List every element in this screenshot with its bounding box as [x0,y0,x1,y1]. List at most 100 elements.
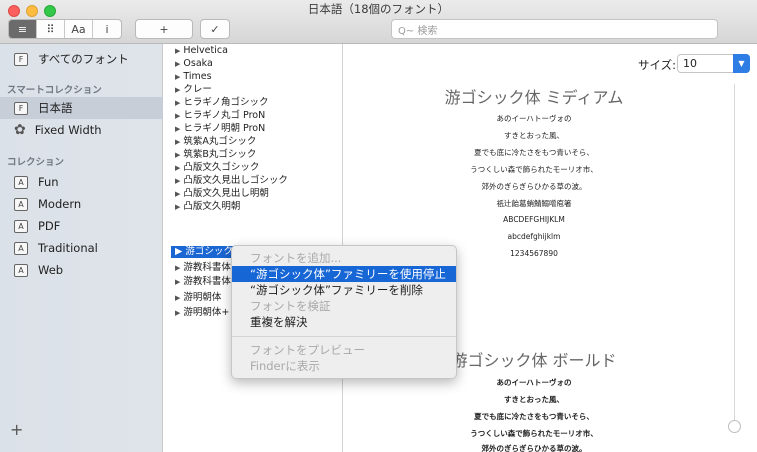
preview-line: 郊外のぎらぎらひかる草の波。 [481,182,587,191]
preview-line: abcdefghijklm [507,232,561,241]
search-field[interactable]: Q~ 検索 [391,19,718,39]
list-item[interactable]: ▶ 筑紫B丸ゴシック [175,149,256,161]
menu-item-preview-font: フォントをプレビュー [250,343,365,357]
add-collection-button[interactable]: + [10,420,23,439]
sidebar-item-label: Fixed Width [34,123,102,137]
list-item[interactable]: ▶ Osaka [175,58,213,70]
list-item[interactable]: ▶ 筑紫A丸ゴシック [175,136,256,148]
preview-line: すきとおった風、 [504,131,564,140]
gear-icon: ✿ [14,122,26,138]
list-item[interactable]: ▶ ヒラギノ明朝 ProN [175,123,265,135]
disclosure-triangle-icon[interactable]: ▶ [175,309,180,317]
list-item[interactable]: ▶ ヒラギノ丸ゴ ProN [175,110,265,122]
disclosure-triangle-icon[interactable]: ▶ [175,203,180,211]
collection-icon: A [14,263,28,277]
menu-separator [232,336,456,337]
preview-title: 游ゴシック体 ミディアム [444,88,624,107]
disclosure-triangle-icon[interactable]: ▶ [175,278,180,286]
context-menu: フォントを追加... “游ゴシック体”ファミリーを使用停止 “游ゴシック体”ファ… [231,245,457,379]
size-combobox[interactable]: 10 ▼ [677,54,750,73]
list-item[interactable]: ▶ 凸版文久ゴシック [175,162,259,174]
disclosure-triangle-icon[interactable]: ▶ [175,151,180,159]
font-book-icon: F [14,101,28,115]
disclosure-triangle-icon[interactable]: ▶ [175,47,180,55]
add-font-button[interactable]: + [135,19,193,39]
disclosure-triangle-icon[interactable]: ▶ [175,246,182,257]
size-value[interactable]: 10 [683,57,697,70]
collection-icon: A [14,219,28,233]
preview-line: 祇辻飴葛蛸鯖鰯噌庖箸 [496,199,572,208]
disclosure-triangle-icon[interactable]: ▶ [175,190,180,198]
preview-line: 夏でも底に冷たさをもつ青いそら、 [474,148,594,157]
list-item[interactable]: ▶ Times [175,71,212,83]
list-item[interactable]: ▶ Helvetica [175,45,228,57]
list-item[interactable]: ▶ 凸版文久見出し明朝 [175,188,269,200]
preview-line: あのイーハトーヴォの [496,114,572,123]
sidebar-item-fixed-width[interactable]: ✿ Fixed Width [0,119,163,141]
sidebar-item-all-fonts[interactable]: F すべてのフォント [0,48,163,70]
disclosure-triangle-icon[interactable]: ▶ [175,177,180,185]
list-item[interactable]: ▶ 游教科書体 [175,276,231,288]
window-title: 日本語（18個のフォント） [307,2,450,16]
preview-line: 夏でも底に冷たさをもつ青いそら、 [474,412,594,421]
sidebar-item-label: Modern [38,197,82,211]
disclosure-triangle-icon[interactable]: ▶ [175,60,180,68]
font-book-icon: F [14,52,28,66]
disclosure-triangle-icon[interactable]: ▶ [175,138,180,146]
sidebar-toggle-icon[interactable]: ≡ [9,20,37,38]
collections-sidebar: F すべてのフォント スマートコレクション F 日本語 ✿ Fixed Widt… [0,44,163,452]
sidebar-item-label: すべてのフォント [38,52,129,66]
disclosure-triangle-icon[interactable]: ▶ [175,112,180,120]
sidebar-item-label: PDF [38,219,61,233]
disclosure-triangle-icon[interactable]: ▶ [175,125,180,133]
disclosure-triangle-icon[interactable]: ▶ [175,73,180,81]
menu-item-resolve-duplicates[interactable]: 重複を解決 [232,314,456,330]
menu-item-delete-family[interactable]: “游ゴシック体”ファミリーを削除 [232,282,456,298]
disclosure-triangle-icon[interactable]: ▶ [175,86,180,94]
size-slider-track[interactable] [734,84,735,429]
disclosure-triangle-icon[interactable]: ▶ [175,99,180,107]
view-segmented-control[interactable]: ≡ ⠿ Aa i [8,19,122,39]
grid-view-icon[interactable]: ⠿ [37,20,65,38]
list-item[interactable]: ▶ 凸版文久明朝 [175,201,240,213]
list-item[interactable]: ▶ クレー [175,84,212,96]
preview-line: すきとおった風、 [504,395,564,404]
enable-checkbox-button[interactable]: ✓ [200,19,230,39]
disclosure-triangle-icon[interactable]: ▶ [175,294,180,302]
preview-line: うつくしい森で飾られたモーリオ市、 [470,165,598,174]
sidebar-item-label: Fun [38,175,59,189]
chevron-down-icon[interactable]: ▼ [733,54,750,73]
list-item[interactable]: ▶ 凸版文久見出しゴシック [175,175,288,187]
sidebar-item-modern[interactable]: A Modern [0,193,163,215]
collection-icon: A [14,241,28,255]
size-label: サイズ: [638,58,677,72]
disclosure-triangle-icon[interactable]: ▶ [175,264,180,272]
list-item[interactable]: ▶ 游明朝体+ [175,307,229,319]
sidebar-item-fun[interactable]: A Fun [0,171,163,193]
menu-item-add-font: フォントを追加... [250,251,342,265]
sidebar-item-japanese[interactable]: F 日本語 [0,97,163,119]
collections-header: コレクション [7,157,65,168]
sidebar-item-web[interactable]: A Web [0,259,163,281]
list-item[interactable]: ▶ 游教科書体 [175,262,231,274]
preview-line: 郊外のぎらぎらひかる草の波。 [481,444,587,452]
menu-item-show-in-finder: Finderに表示 [250,359,320,373]
size-slider-knob[interactable] [728,420,741,433]
sidebar-item-label: 日本語 [38,101,73,115]
sidebar-item-pdf[interactable]: A PDF [0,215,163,237]
preview-line: ABCDEFGHIJKLM [503,215,565,224]
preview-line: うつくしい森で飾られたモーリオ市、 [470,429,598,438]
menu-item-validate-font: フォントを検証 [250,299,331,313]
collection-icon: A [14,175,28,189]
sample-view-icon[interactable]: Aa [65,20,93,38]
list-item[interactable]: ▶ 游明朝体 [175,292,221,304]
sidebar-item-label: Web [38,263,64,277]
list-item[interactable]: ▶ ヒラギノ角ゴシック [175,97,269,109]
collection-icon: A [14,197,28,211]
sidebar-item-label: Traditional [38,241,98,255]
sidebar-item-traditional[interactable]: A Traditional [0,237,163,259]
info-view-icon[interactable]: i [93,20,121,38]
menu-item-disable-family[interactable]: “游ゴシック体”ファミリーを使用停止 [232,266,456,282]
disclosure-triangle-icon[interactable]: ▶ [175,164,180,172]
title-bar: 日本語（18個のフォント） ≡ ⠿ Aa i + ✓ Q~ 検索 [0,0,757,44]
